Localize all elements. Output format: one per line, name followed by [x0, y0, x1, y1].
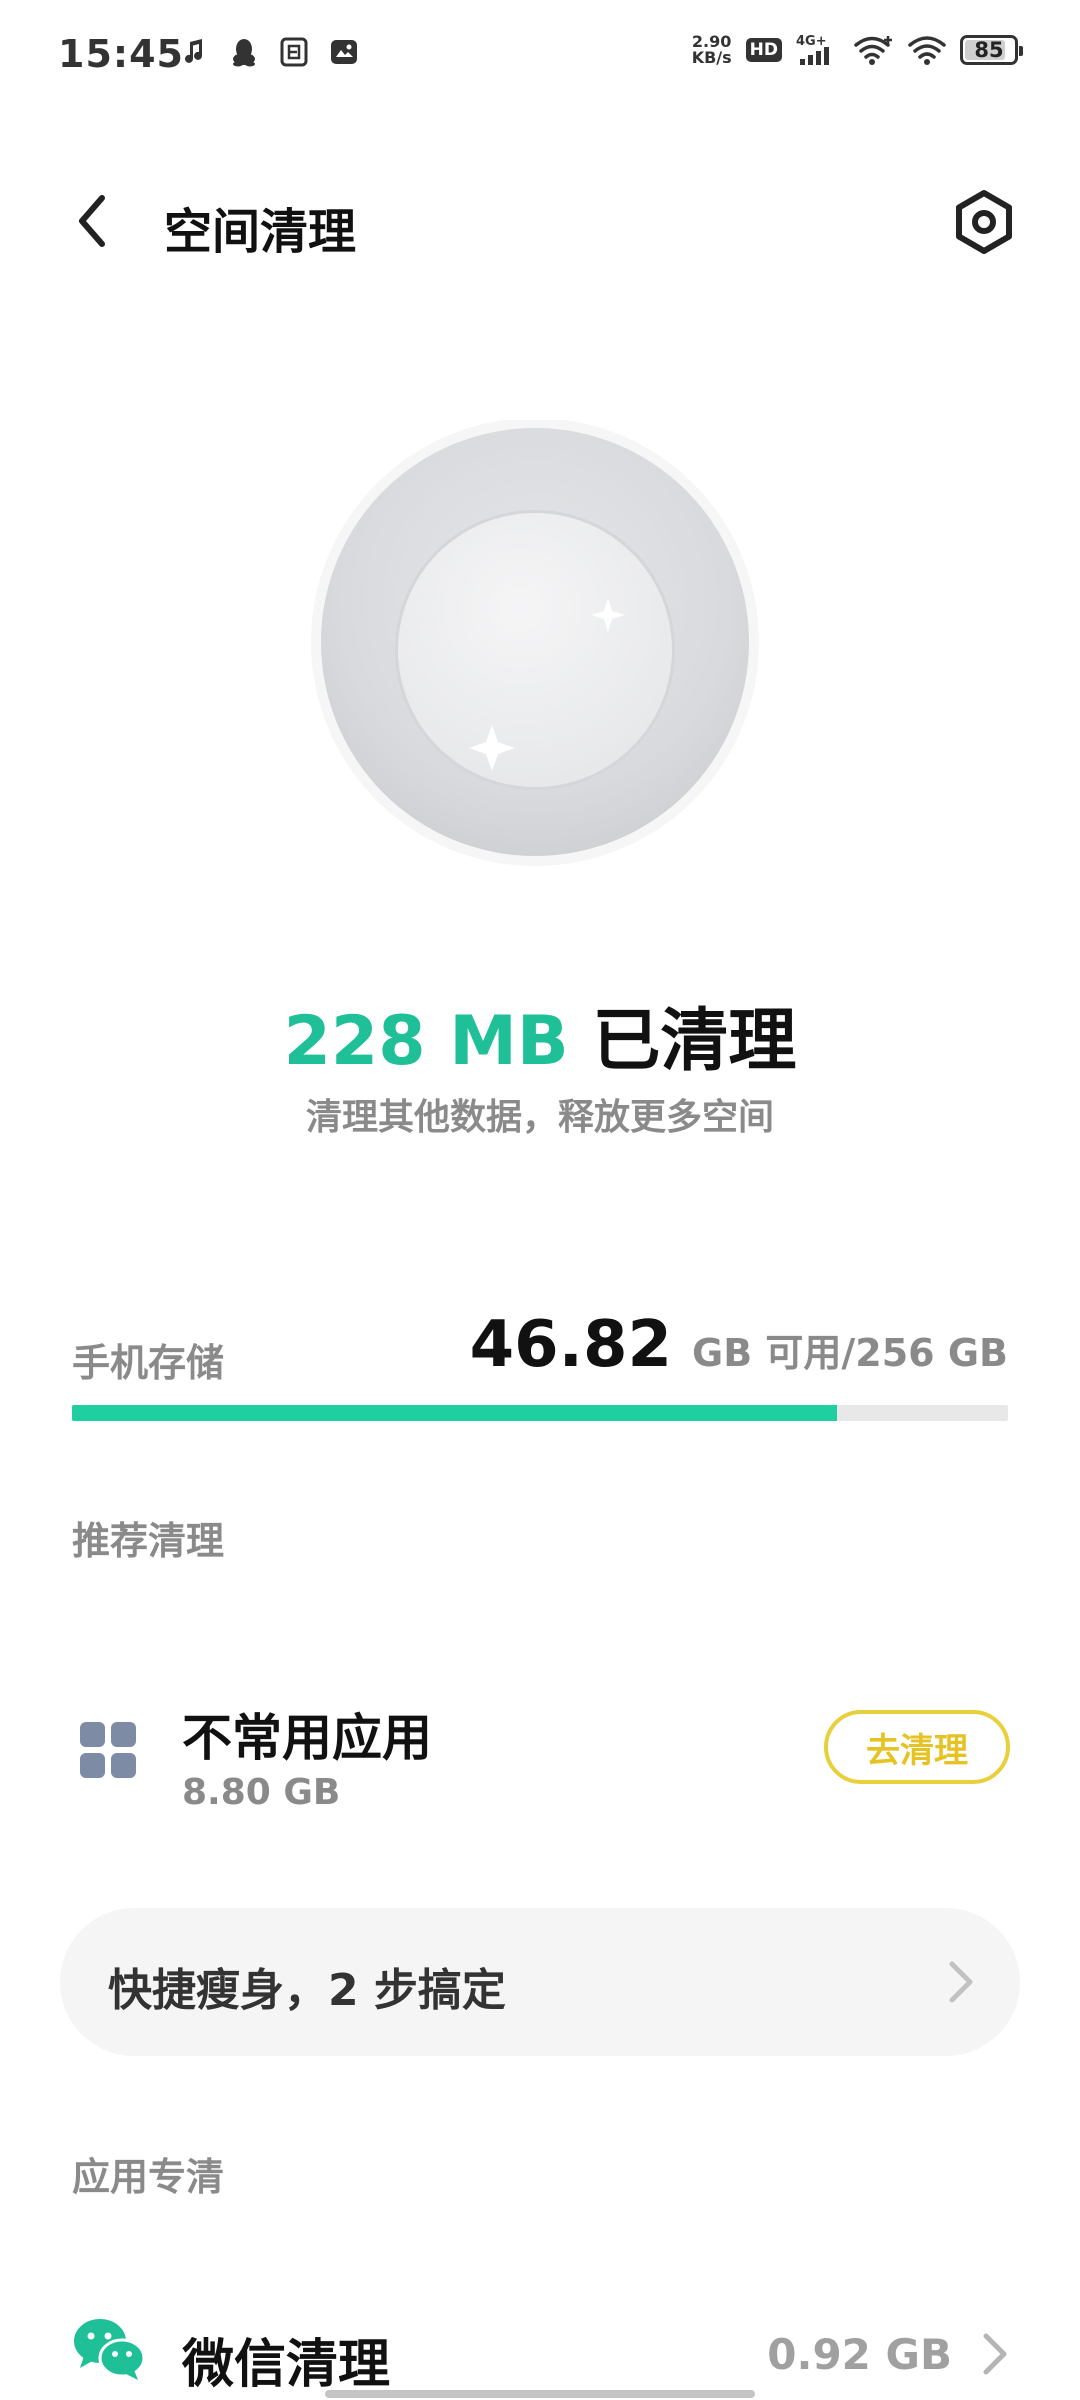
recommended-heading: 推荐清理 — [72, 1519, 225, 1563]
storage-free-value: 46.82 — [469, 1308, 673, 1382]
back-button[interactable] — [62, 186, 122, 256]
settings-button[interactable] — [948, 186, 1020, 258]
unused-apps-item[interactable]: 不常用应用 8.80 GB 去清理 — [0, 1680, 1080, 1840]
cleaned-label: 已清理 — [592, 1002, 797, 1081]
notification-icons — [178, 36, 360, 68]
storage-total-text: GB 可用/256 GB — [692, 1331, 1008, 1375]
go-clean-button[interactable]: 去清理 — [824, 1710, 1010, 1784]
storage-label: 手机存储 — [72, 1341, 225, 1385]
wifi-plus-icon — [854, 34, 894, 66]
cell-signal-icon: 4G+ — [796, 34, 840, 66]
quick-slim-card[interactable]: 快捷瘦身，2 步搞定 — [60, 1908, 1020, 2056]
hd-badge: HD — [745, 38, 782, 62]
home-indicator[interactable] — [325, 2390, 755, 2398]
quick-slim-text: 快捷瘦身，2 步搞定 — [108, 1965, 506, 2016]
wechat-clean-item[interactable]: 微信清理 0.92 GB — [0, 2300, 1080, 2400]
network-type: 4G+ — [796, 34, 827, 49]
music-note-icon — [178, 36, 210, 68]
storage-progress-bar — [72, 1405, 1008, 1421]
app-clean-heading: 应用专清 — [72, 2155, 225, 2199]
chevron-right-icon — [983, 2333, 1007, 2375]
cleaned-subtitle: 清理其他数据，释放更多空间 — [305, 1097, 774, 1138]
wifi-icon — [908, 34, 946, 66]
chevron-left-icon — [79, 195, 105, 247]
unused-apps-size: 8.80 GB — [182, 1772, 341, 1813]
wechat-clean-size: 0.92 GB — [767, 2330, 952, 2379]
status-bar: 15:45 2.90 KB/s HD 4G+ 85 — [0, 0, 1080, 110]
page-title: 空间清理 — [164, 204, 357, 260]
unused-apps-name: 不常用应用 — [182, 1709, 432, 1767]
photo-app-icon — [328, 36, 360, 68]
status-time: 15:45 — [58, 32, 184, 76]
clean-bowl-illustration — [310, 418, 780, 880]
hexagon-settings-icon — [956, 190, 1012, 254]
cleaned-summary: 228 MB 已清理 — [0, 985, 1080, 1084]
wechat-clean-label: 微信清理 — [182, 2335, 391, 2395]
storage-figure: 46.82 GB 可用/256 GB — [470, 1308, 1008, 1382]
wechat-icon — [74, 2319, 146, 2380]
grid-apps-icon — [80, 1722, 136, 1778]
penguin-icon — [228, 36, 260, 68]
battery-indicator: 85 — [960, 35, 1023, 65]
battery-level: 85 — [974, 38, 1004, 62]
status-right-group: 2.90 KB/s HD 4G+ 85 — [692, 34, 1023, 66]
cleaned-amount: 228 MB — [283, 1002, 569, 1081]
calendar-app-icon — [278, 36, 310, 68]
net-speed-unit: KB/s — [691, 48, 732, 67]
storage-progress-fill — [72, 1405, 837, 1421]
net-speed: 2.90 KB/s — [692, 34, 732, 66]
chevron-right-icon — [949, 1961, 973, 2003]
